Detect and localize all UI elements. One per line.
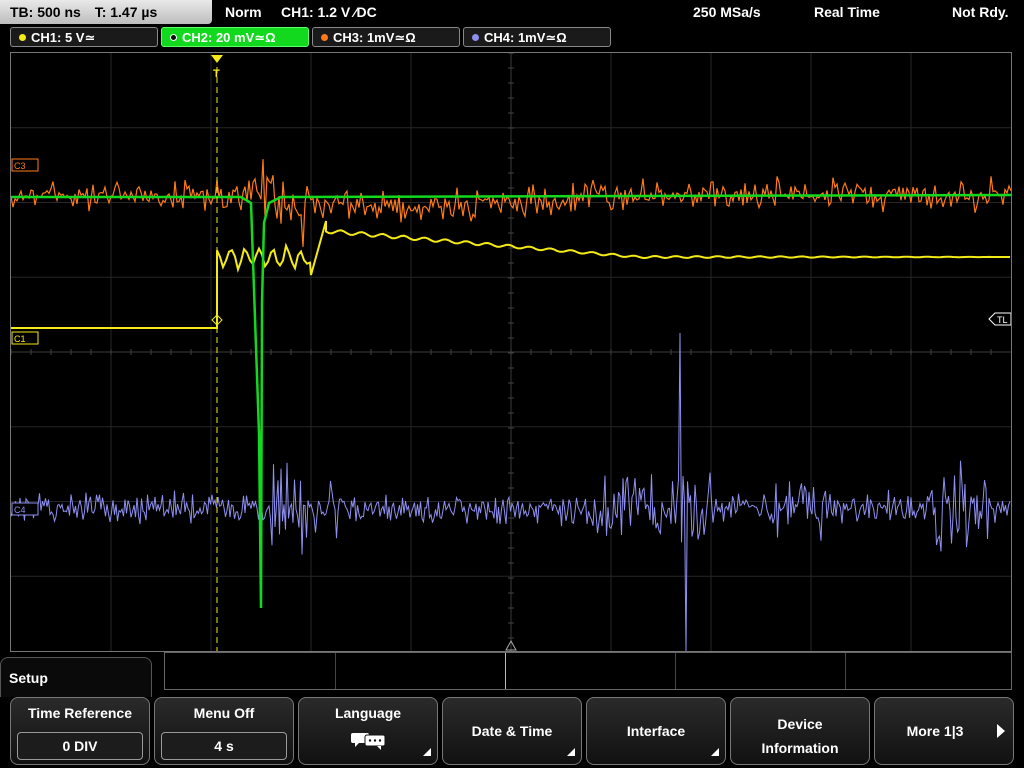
ch4-dot-icon [472, 34, 479, 41]
ch1-dot-icon [19, 34, 26, 41]
c1-marker-label: C1 [14, 334, 26, 344]
c1-marker[interactable]: C1 [11, 331, 39, 345]
interface-label: Interface [626, 723, 686, 739]
submenu-corner-icon [711, 748, 719, 756]
c3-marker-label: C3 [14, 161, 26, 171]
tab-ch2[interactable]: CH2: 20 mV≃Ω [161, 27, 309, 47]
time-reference-button[interactable]: Time Reference 0 DIV [10, 697, 150, 765]
speech-bubbles-icon [351, 733, 386, 750]
time-reference-label: Time Reference [27, 705, 132, 721]
menu-title: Setup [9, 670, 48, 686]
menu-off-value: 4 s [161, 732, 287, 760]
tab-ch3[interactable]: CH3: 1mV≃Ω [312, 27, 460, 47]
sample-rate: 250 MSa/s [693, 4, 761, 20]
acquisition-state: Not Rdy. [952, 4, 1009, 20]
trigger-marker-icon[interactable]: T [211, 55, 223, 80]
ch2-label: CH2: 20 mV≃Ω [182, 30, 276, 45]
device-information-line2: Information [761, 740, 839, 756]
ch1-label: CH1: 5 V≃ [31, 30, 96, 45]
waveform-display[interactable]: T C3 C1 C4 TL [10, 52, 1012, 652]
waveform-canvas: T C3 C1 C4 TL [11, 53, 1011, 651]
overview-strip [164, 652, 1012, 690]
submenu-corner-icon [423, 748, 431, 756]
time-reference-value: 0 DIV [17, 732, 143, 760]
acquisition-mode: Real Time [814, 4, 880, 20]
ch2-dot-icon [170, 34, 177, 41]
tab-ch4[interactable]: CH4: 1mV≃Ω [463, 27, 611, 47]
c3-marker[interactable]: C3 [11, 158, 39, 172]
trigger-info: CH1: 1.2 V ⁄DC [281, 4, 377, 20]
strip-divider [675, 653, 676, 689]
more-button[interactable]: More 1|3 [874, 697, 1014, 765]
strip-divider [335, 653, 336, 689]
strip-divider [845, 653, 846, 689]
trigger-level-label: TL [997, 315, 1008, 325]
right-arrow-icon [997, 724, 1005, 738]
channel-tabs: CH1: 5 V≃ CH2: 20 mV≃Ω CH3: 1mV≃Ω CH4: 1… [10, 27, 1014, 49]
submenu-corner-icon [567, 748, 575, 756]
c4-marker-label: C4 [14, 505, 26, 515]
menu-title-tab: Setup [0, 657, 152, 697]
timebase-box[interactable]: TB: 500 ns T: 1.47 µs [0, 0, 212, 24]
status-bar: TB: 500 ns T: 1.47 µs Norm CH1: 1.2 V ⁄D… [0, 0, 1024, 26]
strip-center-line [505, 653, 506, 689]
language-button[interactable]: Language [298, 697, 438, 765]
more-label: More 1|3 [906, 723, 964, 739]
device-information-button[interactable]: Device Information [730, 697, 870, 765]
c4-marker[interactable]: C4 [11, 502, 39, 516]
trigger-marker-label: T [213, 68, 220, 80]
trigger-position-value: T: 1.47 µs [94, 4, 158, 20]
ch3-dot-icon [321, 34, 328, 41]
trigger-mode: Norm [225, 4, 262, 20]
menu-off-label: Menu Off [193, 705, 255, 721]
device-information-label: Device Information [731, 712, 869, 760]
tab-ch1[interactable]: CH1: 5 V≃ [10, 27, 158, 47]
graticule [11, 53, 1011, 651]
ch3-label: CH3: 1mV≃Ω [333, 30, 416, 45]
menu-off-button[interactable]: Menu Off 4 s [154, 697, 294, 765]
timebase-value: TB: 500 ns [10, 4, 81, 20]
interface-button[interactable]: Interface [586, 697, 726, 765]
device-information-line1: Device [777, 716, 823, 732]
language-label: Language [334, 705, 402, 721]
date-time-label: Date & Time [471, 723, 553, 739]
trigger-level-marker[interactable]: TL [988, 312, 1011, 326]
ch4-label: CH4: 1mV≃Ω [484, 30, 567, 45]
date-time-button[interactable]: Date & Time [442, 697, 582, 765]
